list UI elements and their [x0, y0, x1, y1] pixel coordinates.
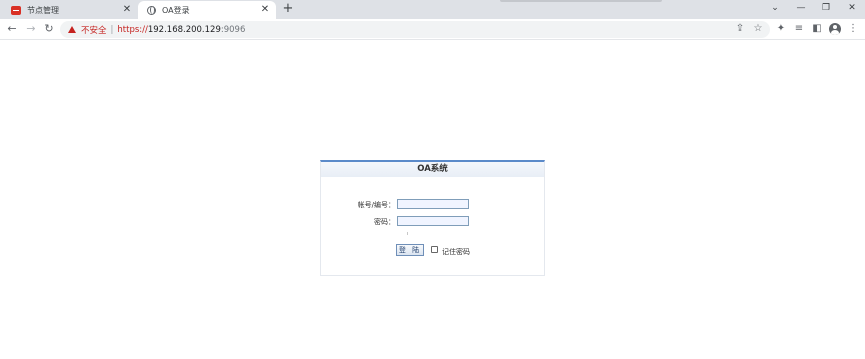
account-label: 帐号/编号：	[357, 201, 395, 209]
remember-password-label[interactable]: 记住密码	[442, 247, 470, 257]
login-title: OA系统	[321, 162, 544, 177]
login-panel: OA系统 帐号/编号： 密码： 登 陆 记住密码	[320, 160, 545, 276]
divider-mark	[407, 232, 408, 235]
browser-toolbar: ← → ↻ 不安全 | https:// 192.168.200.129 :90…	[0, 19, 865, 40]
share-icon[interactable]: ⇪	[734, 23, 746, 35]
address-separator: |	[110, 24, 114, 35]
tab-strip-edge	[500, 0, 662, 2]
restore-icon[interactable]: ❐	[819, 2, 833, 14]
tab-strip: 节点管理 ✕ OA登录 ✕ + ⌄ — ❐ ✕	[0, 0, 865, 19]
tab-title: 节点管理	[27, 5, 59, 15]
reload-icon[interactable]: ↻	[43, 23, 55, 35]
bookmark-star-icon[interactable]: ☆	[752, 23, 764, 35]
warning-triangle-icon	[68, 26, 76, 33]
close-icon[interactable]: ✕	[122, 5, 132, 15]
window-close-icon[interactable]: ✕	[845, 2, 859, 14]
address-bar[interactable]: 不安全 | https:// 192.168.200.129 :9096	[60, 21, 770, 38]
tab-title: OA登录	[162, 5, 190, 15]
account-input[interactable]	[397, 199, 469, 209]
login-button[interactable]: 登 陆	[396, 244, 424, 256]
tab-oa-login[interactable]: OA登录 ✕	[138, 1, 276, 19]
url-scheme: https://	[117, 24, 148, 35]
tab-node-management[interactable]: 节点管理 ✕	[4, 1, 138, 19]
new-tab-button[interactable]: +	[282, 2, 294, 16]
tab-search-chevron-icon[interactable]: ⌄	[768, 2, 782, 14]
extensions-puzzle-icon[interactable]: ✦	[775, 23, 787, 35]
more-menu-icon[interactable]: ⋮	[847, 23, 859, 35]
back-arrow-icon[interactable]: ←	[6, 23, 18, 35]
forward-arrow-icon[interactable]: →	[25, 23, 37, 35]
password-input[interactable]	[397, 216, 469, 226]
side-panel-icon[interactable]: ◧	[811, 23, 823, 35]
security-status[interactable]: 不安全	[81, 24, 107, 36]
reading-list-icon[interactable]: ≡	[793, 23, 805, 35]
profile-avatar-icon[interactable]	[829, 23, 841, 35]
password-label: 密码：	[374, 218, 395, 226]
remember-password-checkbox[interactable]	[431, 246, 438, 253]
app-favicon-icon	[11, 5, 21, 15]
minimize-icon[interactable]: —	[794, 2, 808, 14]
url-port: :9096	[220, 24, 246, 35]
url-host: 192.168.200.129	[147, 24, 221, 35]
close-icon[interactable]: ✕	[260, 5, 270, 15]
globe-icon	[147, 5, 156, 15]
